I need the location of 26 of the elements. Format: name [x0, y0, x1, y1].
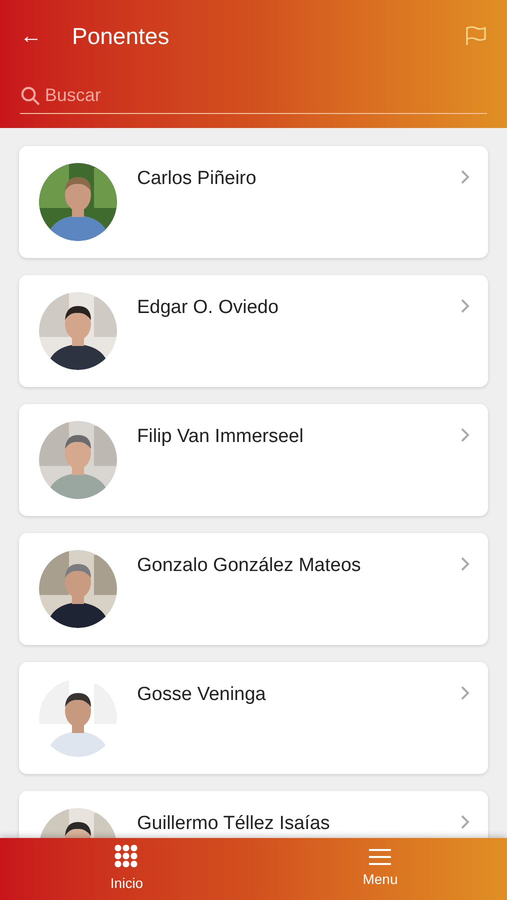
speaker-card[interactable]: Gonzalo González Mateos [19, 533, 488, 645]
search-field[interactable]: Buscar [44, 82, 487, 109]
grid-icon [114, 844, 140, 870]
speaker-name: Edgar O. Oviedo [137, 296, 280, 320]
chevron-right-icon [460, 556, 470, 572]
speaker-name: Filip Van Immerseel [137, 425, 304, 449]
chevron-right-icon [460, 427, 470, 443]
search-icon [20, 84, 41, 106]
speaker-card[interactable]: Gosse Veninga [19, 662, 488, 774]
page-title: Ponentes [72, 22, 170, 51]
speaker-name: Gosse Veninga [137, 683, 267, 707]
menu-icon [369, 848, 392, 866]
speaker-name: Carlos Piñeiro [137, 167, 258, 191]
speaker-card[interactable]: Filip Van Immerseel [19, 404, 488, 516]
chevron-right-icon [460, 169, 470, 185]
nav-tab[interactable]: Inicio [0, 838, 254, 900]
speaker-card[interactable]: Carlos Piñeiro [19, 146, 488, 258]
speaker-card[interactable]: Guillermo Téllez Isaías [19, 791, 488, 838]
speaker-card[interactable]: Edgar O. Oviedo [19, 275, 488, 387]
speaker-name: Gonzalo González Mateos [137, 554, 362, 578]
speaker-name: Guillermo Téllez Isaías [137, 812, 331, 836]
chevron-right-icon [460, 298, 470, 314]
chevron-right-icon [460, 814, 470, 830]
chevron-right-icon [460, 685, 470, 701]
back-button[interactable]: ← [20, 25, 52, 47]
flag-icon[interactable] [465, 26, 487, 46]
